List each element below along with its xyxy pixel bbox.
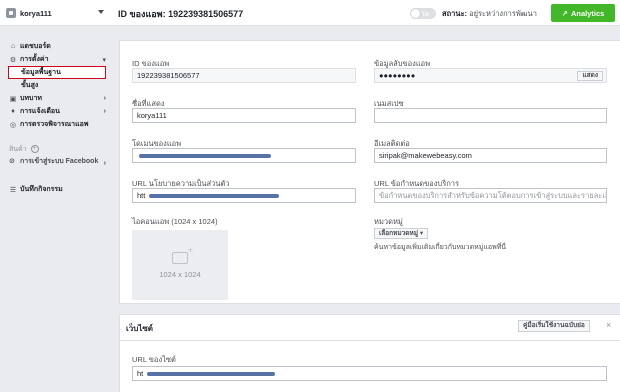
- privacy-url-input[interactable]: htt: [132, 188, 356, 203]
- products-label: สินค้า: [9, 145, 27, 153]
- close-icon[interactable]: ×: [606, 320, 611, 330]
- sidebar-item-basic[interactable]: ข้อมูลพื้นฐาน: [8, 66, 106, 79]
- chevron-right-icon: ›: [103, 95, 106, 102]
- sidebar-item-roles[interactable]: ▣ บทบาท ›: [0, 92, 112, 105]
- category-dropdown[interactable]: เลือกหมวดหมู่ ▾: [374, 228, 429, 239]
- top-bar: korya111 ID ของแอพ: 192239381506577 ปิด …: [0, 0, 620, 26]
- sidebar-item-label: บันทึกกิจกรรม: [20, 186, 63, 193]
- app-secret-field: ●●●●●●●● แสดง: [374, 68, 607, 83]
- app-domains-input[interactable]: [132, 148, 356, 163]
- show-secret-button[interactable]: แสดง: [577, 71, 603, 81]
- header-app-id: ID ของแอพ: 192239381506577: [118, 9, 244, 19]
- quickstart-button[interactable]: คู่มือเริ่มใช้งานฉบับย่อ: [518, 320, 590, 332]
- site-url-value: ht: [137, 369, 144, 378]
- bell-icon: ♦: [11, 108, 15, 115]
- display-name-input[interactable]: korya111: [132, 108, 356, 123]
- app-name: korya111: [20, 8, 52, 18]
- redaction-scribble: [147, 372, 275, 376]
- list-icon: ☰: [9, 186, 17, 194]
- trend-arrow-icon: ↗: [561, 8, 568, 18]
- privacy-url-value: htt: [137, 191, 146, 200]
- app-icon-label: ไอคอนแอพ (1024 x 1024): [132, 217, 218, 226]
- namespace-input[interactable]: [374, 108, 607, 123]
- chevron-down-icon: ▾: [102, 57, 106, 64]
- site-url-label: URL ของไซต์: [132, 355, 176, 364]
- review-icon: ◎: [9, 121, 17, 129]
- redaction-scribble: [149, 194, 279, 198]
- chevron-right-icon: ›: [103, 160, 106, 167]
- app-icon: [6, 8, 16, 18]
- gear-icon: ⚙: [9, 56, 17, 64]
- app-secret-value: ●●●●●●●●: [379, 71, 416, 80]
- facebook-login-icon: ⊘: [9, 158, 15, 165]
- analytics-label: Analytics: [570, 8, 605, 18]
- sidebar-item-label: ข้อมูลพื้นฐาน: [21, 69, 61, 76]
- products-heading: สินค้า +: [0, 143, 112, 155]
- toggle-label: ปิด: [422, 12, 430, 18]
- sidebar-item-label: แดชบอร์ด: [20, 43, 51, 50]
- category-label: หมวดหมู่: [374, 217, 403, 226]
- chevron-right-icon: ›: [103, 108, 106, 115]
- category-button-label: เลือกหมวดหมู่: [379, 230, 419, 237]
- sidebar-item-label: การตั้งค่า: [20, 56, 49, 63]
- sidebar-item-label: การแจ้งเตือน: [20, 108, 60, 115]
- site-url-input[interactable]: ht: [132, 366, 607, 381]
- sidebar-item-label: ขั้นสูง: [21, 82, 39, 89]
- divider: [119, 340, 620, 341]
- contact-email-input[interactable]: siripak@makewebeasy.com: [374, 148, 607, 163]
- chevron-down-icon: ▾: [419, 230, 424, 237]
- status-value: อยู่ระหว่างการพัฒนา: [469, 9, 537, 18]
- sidebar-item-activity-log[interactable]: ☰ บันทึกกิจกรรม: [0, 183, 112, 196]
- chevron-down-icon: [98, 10, 104, 14]
- app-id-field: 192239381506577: [132, 68, 356, 83]
- image-add-icon: [172, 245, 193, 264]
- sidebar-item-app-review[interactable]: ◎ การตรวจพิจารณาแอพ: [0, 118, 112, 131]
- app-status: สถานะ: อยู่ระหว่างการพัฒนา: [442, 8, 537, 20]
- sidebar-item-label: การเข้าสู่ระบบ Facebook: [20, 158, 99, 165]
- roles-icon: ▣: [9, 95, 17, 103]
- app-icon-upload[interactable]: 1024 x 1024: [132, 230, 228, 300]
- sidebar-item-facebook-login[interactable]: ⊘ การเข้าสู่ระบบ Facebook ›: [0, 155, 112, 177]
- terms-url-input[interactable]: ข้อกำหนดของบริการสำหรับข้อความโต้ตอบการเ…: [374, 188, 607, 203]
- analytics-button[interactable]: ↗ Analytics: [551, 4, 615, 22]
- redaction-scribble: [139, 154, 271, 158]
- sidebar-item-advanced[interactable]: ขั้นสูง: [0, 79, 112, 92]
- status-prefix: สถานะ:: [442, 9, 467, 18]
- app-icon-size: 1024 x 1024: [159, 269, 201, 279]
- sidebar-item-dashboard[interactable]: ⌂ แดชบอร์ด: [0, 40, 112, 53]
- sidebar-item-label: บทบาท: [20, 95, 43, 102]
- home-icon: ⌂: [10, 43, 16, 50]
- sidebar: ⌂ แดชบอร์ด ⚙ การตั้งค่า ▾ ข้อมูลพื้นฐาน ขั้…: [0, 40, 112, 196]
- live-mode-toggle[interactable]: ปิด: [410, 8, 436, 19]
- add-product-icon[interactable]: +: [30, 145, 39, 153]
- sidebar-item-settings[interactable]: ⚙ การตั้งค่า ▾: [0, 53, 112, 66]
- website-section-title: เว็บไซต์: [126, 324, 153, 333]
- sidebar-item-label: การตรวจพิจารณาแอพ: [20, 121, 89, 128]
- sidebar-item-alerts[interactable]: ♦ การแจ้งเตือน ›: [0, 105, 112, 118]
- category-help-link[interactable]: ค้นหาข้อมูลเพิ่มเติมเกี่ยวกับหมวดหมู่แอพ…: [374, 242, 506, 253]
- app-switcher[interactable]: korya111: [6, 4, 106, 22]
